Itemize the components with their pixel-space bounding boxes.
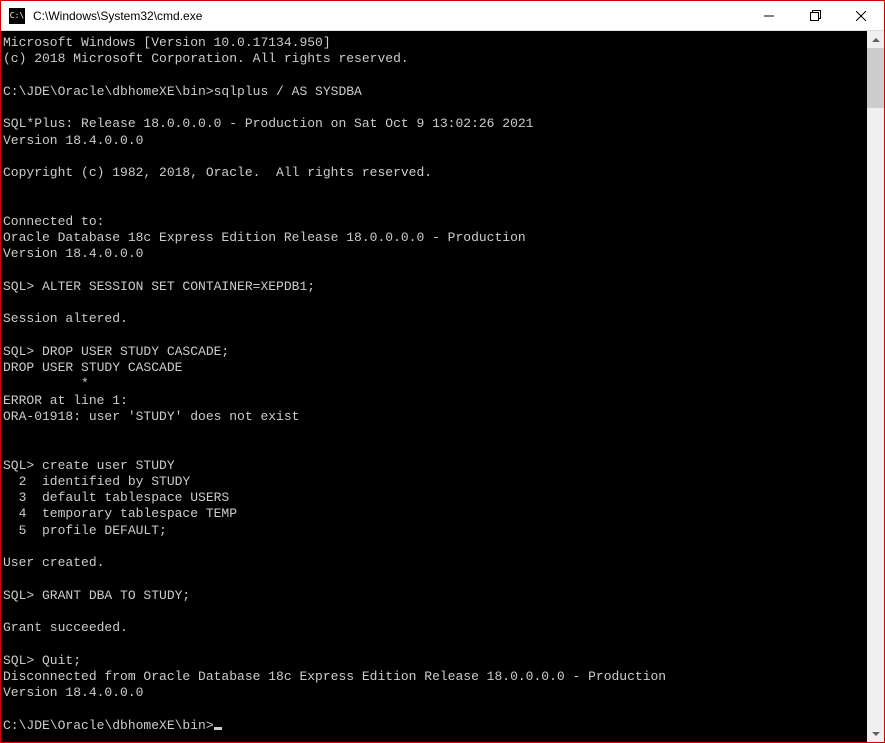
window-title: C:\Windows\System32\cmd.exe: [31, 9, 746, 23]
maximize-button[interactable]: [792, 1, 838, 30]
close-icon: [856, 11, 866, 21]
terminal-output[interactable]: Microsoft Windows [Version 10.0.17134.95…: [1, 31, 867, 742]
minimize-icon: [764, 11, 774, 21]
chevron-down-icon: [872, 732, 880, 736]
scroll-up-button[interactable]: [867, 31, 884, 48]
cmd-icon-label: C:\: [10, 12, 24, 20]
chevron-up-icon: [872, 38, 880, 42]
cursor: [214, 727, 222, 730]
terminal-area: Microsoft Windows [Version 10.0.17134.95…: [1, 31, 884, 742]
scroll-down-button[interactable]: [867, 725, 884, 742]
cmd-icon: C:\: [9, 8, 25, 24]
titlebar[interactable]: C:\ C:\Windows\System32\cmd.exe: [1, 1, 884, 31]
maximize-icon: [810, 10, 821, 21]
window-controls: [746, 1, 884, 30]
minimize-button[interactable]: [746, 1, 792, 30]
scrollbar[interactable]: [867, 31, 884, 742]
scroll-thumb[interactable]: [867, 48, 884, 108]
close-button[interactable]: [838, 1, 884, 30]
